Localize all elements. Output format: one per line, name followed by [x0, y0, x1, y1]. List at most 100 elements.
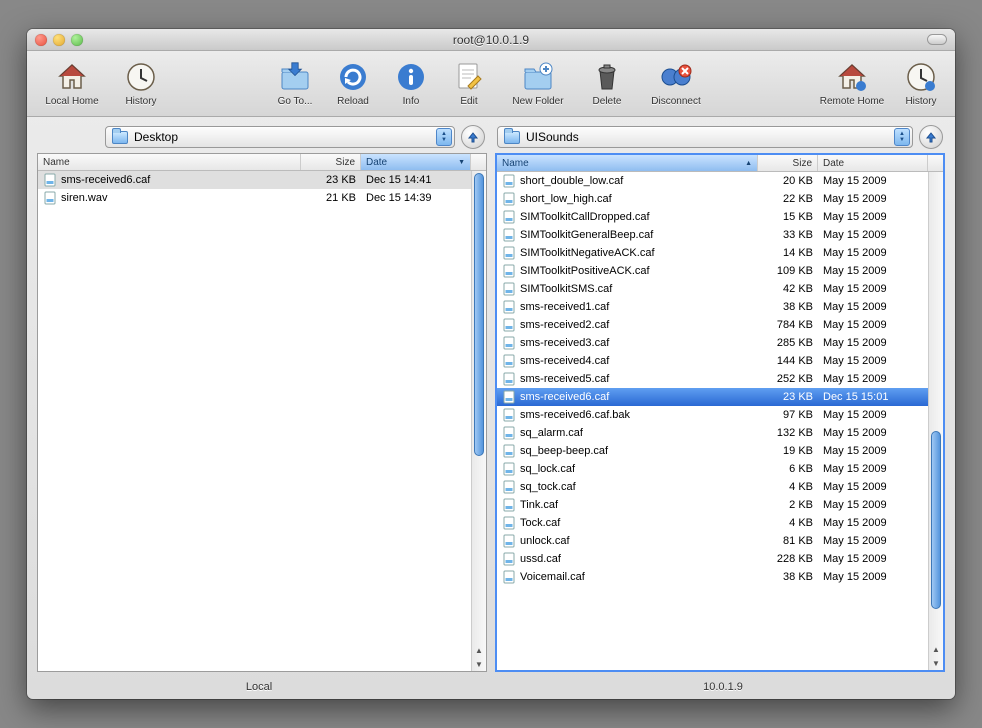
remote-up-button[interactable]: [919, 125, 943, 149]
file-row[interactable]: Voicemail.caf38 KBMay 15 2009: [497, 568, 943, 586]
file-row[interactable]: sq_beep-beep.caf19 KBMay 15 2009: [497, 442, 943, 460]
file-row[interactable]: ussd.caf228 KBMay 15 2009: [497, 550, 943, 568]
file-row[interactable]: sq_tock.caf4 KBMay 15 2009: [497, 478, 943, 496]
file-row[interactable]: SIMToolkitGeneralBeep.caf33 KBMay 15 200…: [497, 226, 943, 244]
file-size: 144 KB: [758, 355, 818, 367]
local-history-button[interactable]: History: [113, 57, 169, 111]
file-date: May 15 2009: [818, 535, 928, 547]
file-size: 6 KB: [758, 463, 818, 475]
local-column-headers[interactable]: Name Size Date▼: [38, 154, 486, 171]
file-row[interactable]: siren.wav21 KBDec 15 14:39: [38, 189, 486, 207]
file-row[interactable]: SIMToolkitCallDropped.caf15 KBMay 15 200…: [497, 208, 943, 226]
edit-button[interactable]: Edit: [441, 57, 497, 111]
new-folder-button[interactable]: New Folder: [499, 57, 577, 111]
file-name: Tock.caf: [520, 517, 560, 529]
file-date: May 15 2009: [818, 499, 928, 511]
file-row[interactable]: SIMToolkitPositiveACK.caf109 KBMay 15 20…: [497, 262, 943, 280]
delete-button[interactable]: Delete: [579, 57, 635, 111]
local-scrollbar[interactable]: ▲ ▼: [471, 171, 486, 671]
col-date[interactable]: Date: [818, 155, 928, 171]
file-name: unlock.caf: [520, 535, 570, 547]
remote-file-list[interactable]: Name▲ Size Date short_double_low.caf20 K…: [495, 153, 945, 672]
info-button[interactable]: Info: [383, 57, 439, 111]
file-row[interactable]: Tink.caf2 KBMay 15 2009: [497, 496, 943, 514]
file-size: 784 KB: [758, 319, 818, 331]
home-icon: [56, 61, 88, 93]
dropdown-arrows-icon: ▲▼: [894, 128, 910, 146]
file-name: sms-received6.caf: [520, 391, 609, 403]
remote-footer-label: 10.0.1.9: [491, 681, 955, 693]
scroll-down-icon[interactable]: ▼: [929, 656, 943, 670]
local-home-button[interactable]: Local Home: [33, 57, 111, 111]
file-row[interactable]: sms-received1.caf38 KBMay 15 2009: [497, 298, 943, 316]
folder-icon: [504, 131, 520, 144]
file-name: Voicemail.caf: [520, 571, 585, 583]
file-name: SIMToolkitNegativeACK.caf: [520, 247, 655, 259]
local-path-dropdown[interactable]: Desktop ▲▼: [105, 126, 455, 148]
scroll-down-icon[interactable]: ▼: [472, 657, 486, 671]
file-name: SIMToolkitCallDropped.caf: [520, 211, 650, 223]
local-up-button[interactable]: [461, 125, 485, 149]
file-size: 4 KB: [758, 517, 818, 529]
file-name: Tink.caf: [520, 499, 558, 511]
file-size: 14 KB: [758, 247, 818, 259]
file-row[interactable]: sms-received6.caf.bak97 KBMay 15 2009: [497, 406, 943, 424]
file-row[interactable]: SIMToolkitNegativeACK.caf14 KBMay 15 200…: [497, 244, 943, 262]
file-row[interactable]: sms-received3.caf285 KBMay 15 2009: [497, 334, 943, 352]
file-row[interactable]: short_double_low.caf20 KBMay 15 2009: [497, 172, 943, 190]
remote-path-dropdown[interactable]: UISounds ▲▼: [497, 126, 913, 148]
file-date: May 15 2009: [818, 463, 928, 475]
file-date: May 15 2009: [818, 229, 928, 241]
file-row[interactable]: sms-received2.caf784 KBMay 15 2009: [497, 316, 943, 334]
reload-button[interactable]: Reload: [325, 57, 381, 111]
col-size[interactable]: Size: [758, 155, 818, 171]
file-row[interactable]: sq_lock.caf6 KBMay 15 2009: [497, 460, 943, 478]
scroll-up-icon[interactable]: ▲: [472, 643, 486, 657]
toolbar-toggle-button[interactable]: [927, 34, 947, 45]
file-row[interactable]: sms-received6.caf23 KBDec 15 15:01: [497, 388, 943, 406]
file-size: 132 KB: [758, 427, 818, 439]
file-date: May 15 2009: [818, 319, 928, 331]
file-size: 33 KB: [758, 229, 818, 241]
file-date: May 15 2009: [818, 265, 928, 277]
file-date: Dec 15 14:39: [361, 192, 471, 204]
col-size[interactable]: Size: [301, 154, 361, 170]
goto-button[interactable]: Go To...: [267, 57, 323, 111]
remote-home-button[interactable]: Remote Home: [813, 57, 891, 111]
scroll-up-icon[interactable]: ▲: [929, 642, 943, 656]
disconnect-button[interactable]: Disconnect: [637, 57, 715, 111]
file-name: sms-received1.caf: [520, 301, 609, 313]
file-size: 81 KB: [758, 535, 818, 547]
folder-icon: [112, 131, 128, 144]
file-size: 228 KB: [758, 553, 818, 565]
remote-history-button[interactable]: History: [893, 57, 949, 111]
disconnect-icon: [660, 61, 692, 93]
file-size: 285 KB: [758, 337, 818, 349]
remote-scrollbar[interactable]: ▲ ▼: [928, 172, 943, 670]
file-size: 22 KB: [758, 193, 818, 205]
file-size: 21 KB: [301, 192, 361, 204]
file-name: sms-received3.caf: [520, 337, 609, 349]
file-date: May 15 2009: [818, 553, 928, 565]
file-row[interactable]: sq_alarm.caf132 KBMay 15 2009: [497, 424, 943, 442]
local-file-list[interactable]: Name Size Date▼ sms-received6.caf23 KBDe…: [37, 153, 487, 672]
file-row[interactable]: sms-received6.caf23 KBDec 15 14:41: [38, 171, 486, 189]
file-row[interactable]: sms-received4.caf144 KBMay 15 2009: [497, 352, 943, 370]
remote-column-headers[interactable]: Name▲ Size Date: [497, 155, 943, 172]
col-name[interactable]: Name▲: [497, 155, 758, 171]
titlebar[interactable]: root@10.0.1.9: [27, 29, 955, 51]
file-date: May 15 2009: [818, 301, 928, 313]
col-date[interactable]: Date▼: [361, 154, 471, 170]
file-name: short_low_high.caf: [520, 193, 612, 205]
file-row[interactable]: sms-received5.caf252 KBMay 15 2009: [497, 370, 943, 388]
file-date: May 15 2009: [818, 355, 928, 367]
file-date: May 15 2009: [818, 409, 928, 421]
reload-icon: [337, 61, 369, 93]
file-row[interactable]: short_low_high.caf22 KBMay 15 2009: [497, 190, 943, 208]
file-row[interactable]: Tock.caf4 KBMay 15 2009: [497, 514, 943, 532]
remote-pane: UISounds ▲▼ Name▲ Size Date short_double…: [495, 125, 945, 672]
col-name[interactable]: Name: [38, 154, 301, 170]
file-size: 23 KB: [758, 391, 818, 403]
file-row[interactable]: unlock.caf 81 KBMay 15 2009: [497, 532, 943, 550]
file-row[interactable]: SIMToolkitSMS.caf42 KBMay 15 2009: [497, 280, 943, 298]
